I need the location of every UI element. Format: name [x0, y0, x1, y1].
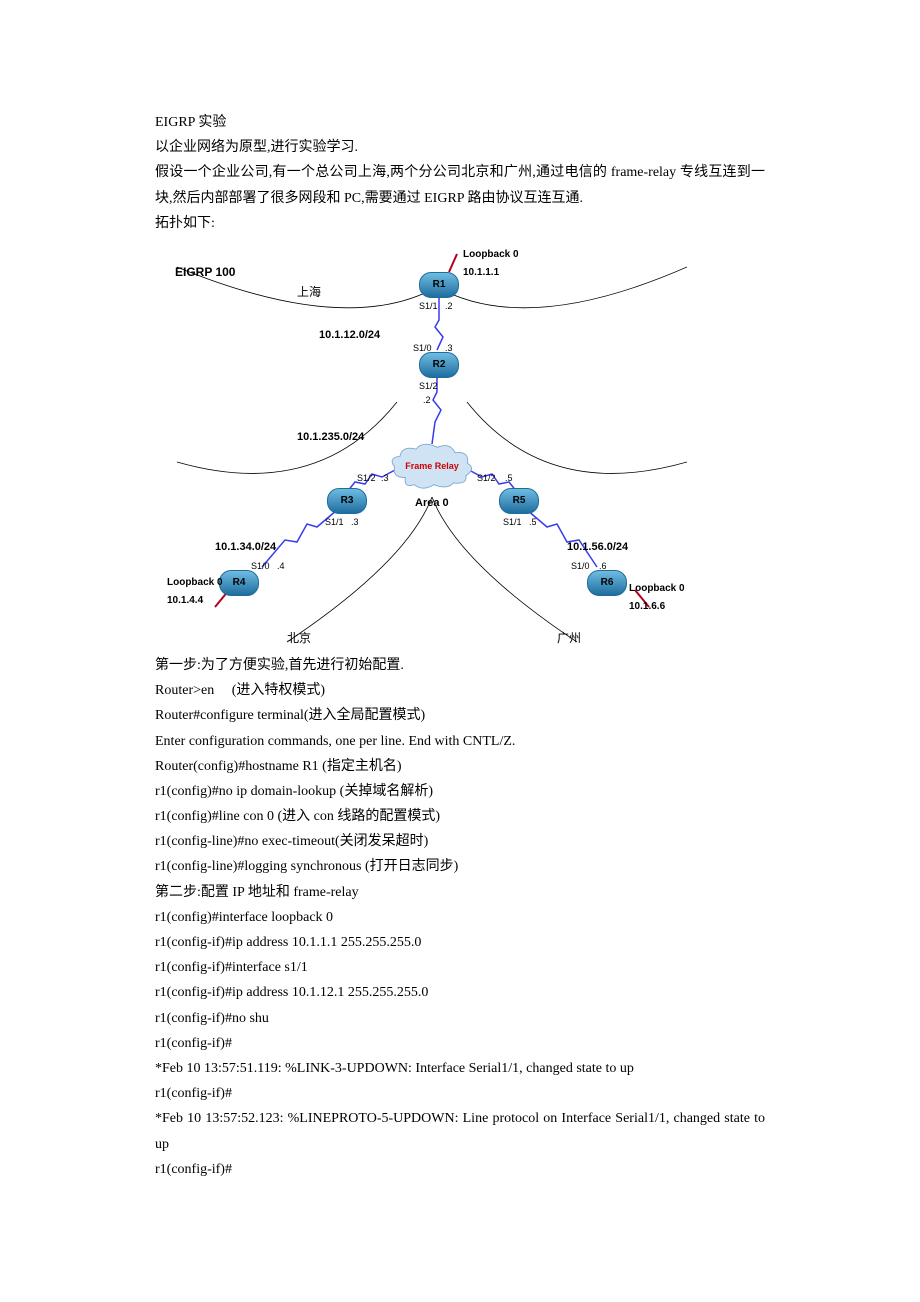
step2-line-0: r1(config)#interface loopback 0: [155, 905, 765, 930]
addr-r5-5b: .5: [529, 514, 537, 530]
step1-line-0-cmd: Router>en: [155, 683, 214, 698]
step2-line-3: r1(config-if)#ip address 10.1.12.1 255.2…: [155, 980, 765, 1005]
intro-line-3: 拓扑如下:: [155, 211, 765, 236]
addr-r1-2: .2: [445, 298, 453, 314]
addr-r3-3b: .3: [351, 514, 359, 530]
step2-title: 第二步:配置 IP 地址和 frame-relay: [155, 880, 765, 905]
step1-line-6: r1(config-line)#no exec-timeout(关闭发呆超时): [155, 829, 765, 854]
router-r2-icon: [419, 352, 459, 378]
segment-56: 10.1.56.0/24: [567, 538, 628, 558]
addr-r4-4: .4: [277, 558, 285, 574]
port-r5-s12: S1/2: [477, 470, 496, 486]
addr-r5-5: .5: [505, 470, 513, 486]
loopback-r1-label: Loopback 0 10.1.1.1: [463, 246, 519, 282]
step1-line-3: Router(config)#hostname R1 (指定主机名): [155, 754, 765, 779]
segment-235: 10.1.235.0/24: [297, 428, 364, 448]
step2-line-9: r1(config-if)#: [155, 1157, 765, 1182]
loopback-r6-label: Loopback 0 10.1.6.6: [629, 580, 685, 616]
intro-line-2: 假设一个企业公司,有一个总公司上海,两个分公司北京和广州,通过电信的 frame…: [155, 160, 765, 210]
port-r5-s11: S1/1: [503, 514, 522, 530]
router-r4-icon: [219, 570, 259, 596]
step2-line-7: r1(config-if)#: [155, 1081, 765, 1106]
segment-12: 10.1.12.0/24: [319, 326, 380, 346]
step1-line-0: Router>en (进入特权模式): [155, 678, 765, 703]
page: EIGRP 实验 以企业网络为原型,进行实验学习. 假设一个企业公司,有一个总公…: [0, 0, 920, 1302]
step2-line-8: *Feb 10 13:57:52.123: %LINEPROTO-5-UPDOW…: [155, 1106, 765, 1156]
eigrp-label: EIGRP 100: [175, 262, 235, 284]
step1-line-4: r1(config)#no ip domain-lookup (关掉域名解析): [155, 779, 765, 804]
router-r3-icon: [327, 488, 367, 514]
network-topology-diagram: EIGRP 100 上海 Loopback 0 10.1.1.1 S1/1 .2…: [167, 242, 687, 647]
addr-r2-2: .2: [423, 392, 431, 408]
step2-line-2: r1(config-if)#interface s1/1: [155, 955, 765, 980]
loopback-r4-label: Loopback 0 10.1.4.4: [167, 574, 223, 610]
port-r3-s11: S1/1: [325, 514, 344, 530]
step1-line-5: r1(config)#line con 0 (进入 con 线路的配置模式): [155, 804, 765, 829]
area0-label: Area 0: [415, 494, 449, 514]
segment-34: 10.1.34.0/24: [215, 538, 276, 558]
step1-line-0-note: (进入特权模式): [232, 683, 325, 698]
port-r3-s12: S1/2: [357, 470, 376, 486]
step1-line-1: Router#configure terminal(进入全局配置模式): [155, 703, 765, 728]
city-beijing: 北京: [287, 628, 311, 650]
frame-relay-label: Frame Relay: [387, 458, 477, 474]
step1-line-7: r1(config-line)#logging synchronous (打开日…: [155, 854, 765, 879]
doc-title: EIGRP 实验: [155, 110, 765, 135]
port-r6-s10: S1/0: [571, 558, 590, 574]
city-shanghai: 上海: [297, 282, 321, 304]
step2-line-4: r1(config-if)#no shu: [155, 1006, 765, 1031]
step2-line-1: r1(config-if)#ip address 10.1.1.1 255.25…: [155, 930, 765, 955]
step2-line-5: r1(config-if)#: [155, 1031, 765, 1056]
addr-r3-3: .3: [381, 470, 389, 486]
frame-relay-cloud-icon: Frame Relay: [387, 442, 477, 490]
port-r1-s11: S1/1: [419, 298, 438, 314]
step1-title: 第一步:为了方便实验,首先进行初始配置.: [155, 653, 765, 678]
city-guangzhou: 广州: [557, 628, 581, 650]
router-r1-icon: [419, 272, 459, 298]
intro-line-1: 以企业网络为原型,进行实验学习.: [155, 135, 765, 160]
step1-line-2: Enter configuration commands, one per li…: [155, 729, 765, 754]
router-r6-icon: [587, 570, 627, 596]
step2-line-6: *Feb 10 13:57:51.119: %LINK-3-UPDOWN: In…: [155, 1056, 765, 1081]
router-r5-icon: [499, 488, 539, 514]
